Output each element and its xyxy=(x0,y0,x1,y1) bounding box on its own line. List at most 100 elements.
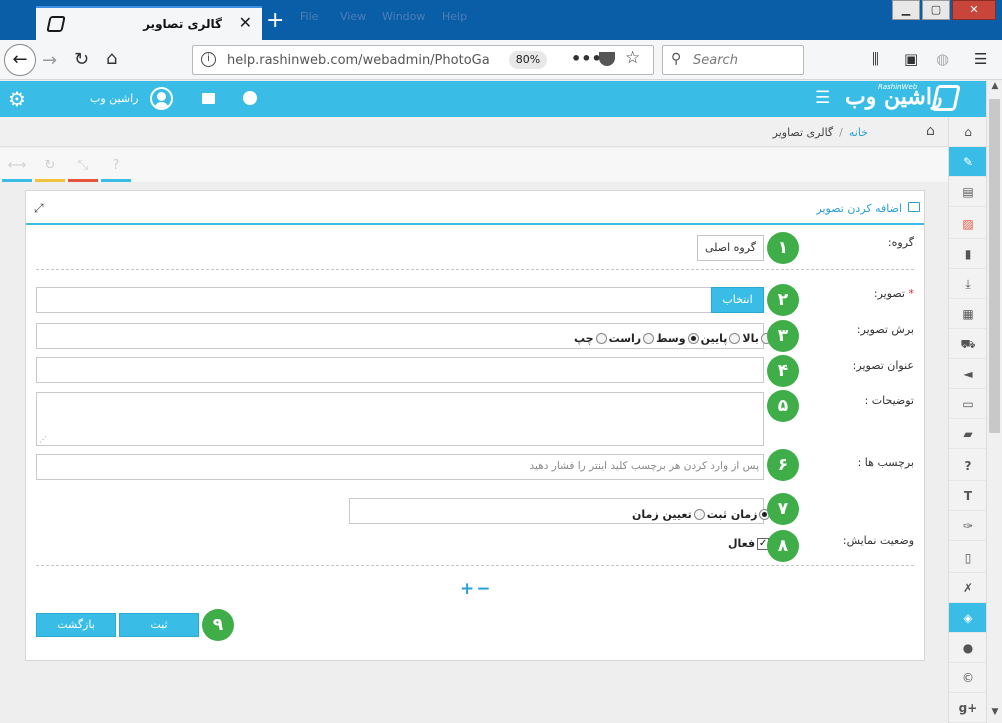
sidebar: ⌂ ✎ ▤ ▨ ▮ ⤓ ▦ ⛟ ◄ ▭ ▰ ? T ✑ ▯ ✗ ◈ ● © g+ xyxy=(948,117,987,723)
home-browser-icon[interactable]: ⌂ xyxy=(106,48,117,69)
image-label: * تصویر: xyxy=(804,287,914,300)
close-window-icon[interactable]: ✕ xyxy=(952,0,996,20)
home-icon[interactable]: ⌂ xyxy=(926,123,935,139)
sidebar-item-file[interactable]: ▮ xyxy=(949,239,987,269)
sidebar-item-download[interactable]: ⤓ xyxy=(949,269,987,299)
globe-icon[interactable] xyxy=(243,91,257,105)
resize-handle-icon[interactable]: ⋰ xyxy=(39,435,47,444)
breadcrumb-home[interactable]: خانه xyxy=(849,126,868,139)
hamburger-icon[interactable]: ☰ xyxy=(815,88,830,108)
crop-option-left-label: چپ xyxy=(574,332,594,345)
logo-subtitle: RashinWeb xyxy=(878,83,918,91)
sidebar-item-sound[interactable]: ◄ xyxy=(949,359,987,389)
crop-option-left[interactable]: چپ xyxy=(574,332,607,345)
crop-option-bottom[interactable]: پایین xyxy=(701,332,741,345)
collapse-icon[interactable]: ⟷ xyxy=(2,158,32,182)
expand-icon[interactable]: ⤢ xyxy=(34,201,44,216)
sidebar-item-card[interactable]: ▤ xyxy=(949,177,987,207)
crop-option-right[interactable]: راست xyxy=(609,332,655,345)
sidebar-item-home[interactable]: ⌂ xyxy=(949,117,987,147)
menu-window[interactable]: Window xyxy=(382,10,425,23)
library-icon[interactable]: ⫼ xyxy=(872,50,879,68)
radio-left[interactable] xyxy=(595,333,607,344)
reload-icon[interactable]: ↻ xyxy=(74,49,89,70)
minimize-icon[interactable]: ▁ xyxy=(892,0,920,20)
sidebar-item-text[interactable]: T xyxy=(949,481,987,511)
page-scrollbar[interactable]: ▲ ▼ xyxy=(986,81,1002,723)
inbox-icon[interactable] xyxy=(202,93,215,104)
sidebar-item-document[interactable]: ▯ xyxy=(949,543,987,573)
refresh-icon[interactable]: ↻ xyxy=(35,158,65,182)
username[interactable]: راشین وب xyxy=(90,92,138,105)
menu-file[interactable]: File xyxy=(300,10,318,23)
divider-bottom xyxy=(36,565,914,566)
time-options: زمان ثبت تعیین زمان xyxy=(630,508,771,521)
maximize-icon[interactable]: ▢ xyxy=(922,0,950,20)
radio-bottom[interactable] xyxy=(729,333,741,344)
sidebar-item-image[interactable]: ▨ xyxy=(949,209,987,239)
url-bar[interactable]: i help.rashinweb.com/webadmin/PhotoGa 80… xyxy=(192,45,654,75)
browser-menu-icon[interactable]: ☰ xyxy=(974,50,987,68)
crop-options: بالا پایین وسط راست چپ xyxy=(572,332,772,345)
sidebar-item-copyright[interactable]: © xyxy=(949,663,987,693)
sidebar-item-question[interactable]: ? xyxy=(949,451,987,481)
tags-placeholder: پس از وارد کردن هر برچسب کلید اینتر را ف… xyxy=(529,460,759,472)
crop-option-center[interactable]: وسط xyxy=(656,332,699,345)
forward-icon[interactable]: → xyxy=(42,50,57,71)
more-icon[interactable]: ••• xyxy=(571,49,602,68)
image-path-input[interactable] xyxy=(36,287,712,313)
fullscreen-icon[interactable]: ⤡ xyxy=(68,158,98,182)
scroll-thumb[interactable] xyxy=(989,99,1000,433)
sidebar-toggle-icon[interactable]: ▣ xyxy=(904,50,918,68)
sidebar-item-cart[interactable]: ⛟ xyxy=(949,329,987,359)
sidebar-item-monitor[interactable]: ▭ xyxy=(949,389,987,419)
sidebar-item-pin[interactable]: ✑ xyxy=(949,511,987,541)
sidebar-item-book[interactable]: ▰ xyxy=(949,419,987,449)
scroll-up-icon[interactable]: ▲ xyxy=(987,81,1002,97)
back-button[interactable]: بازگشت xyxy=(36,613,116,637)
sidebar-item-gallery[interactable]: ◈ xyxy=(949,603,987,633)
time-option-submit[interactable]: زمان ثبت xyxy=(707,508,771,521)
url-text[interactable]: help.rashinweb.com/webadmin/PhotoGa xyxy=(227,53,490,68)
browser-tab[interactable]: گالری تصاویر ✕ xyxy=(36,6,262,40)
back-icon[interactable]: ← xyxy=(4,44,36,76)
scroll-down-icon[interactable]: ▼ xyxy=(987,707,1002,723)
group-select[interactable]: گروه اصلی xyxy=(697,235,764,261)
display-status-label: وضعیت نمایش: xyxy=(842,534,914,547)
zoom-level[interactable]: 80% xyxy=(509,51,547,69)
gear-icon[interactable]: ⚙ xyxy=(8,87,26,111)
image-title-input[interactable] xyxy=(36,357,764,383)
menu-help[interactable]: Help xyxy=(442,10,467,23)
radio-center[interactable] xyxy=(687,333,699,344)
sidebar-item-user[interactable]: ● xyxy=(949,633,987,663)
radio-right[interactable] xyxy=(643,333,655,344)
menu-view[interactable]: View xyxy=(340,10,366,23)
sidebar-item-google-plus[interactable]: g+ xyxy=(949,693,987,723)
panel-header: ⤢ اضافه کردن تصویر xyxy=(26,191,924,225)
description-textarea[interactable]: ⋰ xyxy=(36,392,764,446)
active-option[interactable]: ✓ فعال xyxy=(728,537,770,550)
search-input[interactable]: ⚲ Search xyxy=(662,45,804,75)
sidebar-item-film[interactable]: ▦ xyxy=(949,299,987,329)
tags-input[interactable]: پس از وارد کردن هر برچسب کلید اینتر را ف… xyxy=(36,454,764,480)
breadcrumb-current: گالری تصاویر xyxy=(772,126,834,139)
avatar[interactable] xyxy=(150,87,173,110)
sidebar-item-excel[interactable]: ✗ xyxy=(949,573,987,603)
crop-label: برش تصویر: xyxy=(856,323,914,336)
add-remove-control[interactable]: +− xyxy=(460,579,493,599)
search-icon: ⚲ xyxy=(671,51,682,67)
tab-title: گالری تصاویر xyxy=(143,17,222,31)
tab-close-icon[interactable]: ✕ xyxy=(239,13,252,32)
step-badge-6: ۶ xyxy=(767,449,799,481)
time-option-schedule[interactable]: تعیین زمان xyxy=(632,508,705,521)
choose-image-button[interactable]: انتخاب xyxy=(711,287,764,313)
radio-schedule-time[interactable] xyxy=(693,509,705,520)
bookmark-star-icon[interactable]: ☆ xyxy=(625,48,640,68)
pocket-icon[interactable] xyxy=(599,52,615,66)
site-info-icon[interactable]: i xyxy=(201,52,216,67)
help-icon[interactable]: ? xyxy=(101,158,131,182)
submit-button[interactable]: ثبت xyxy=(119,613,199,637)
sidebar-item-edit[interactable]: ✎ xyxy=(949,147,987,177)
globe-addon-icon[interactable]: ◍ xyxy=(936,50,949,68)
new-tab-icon[interactable]: + xyxy=(266,8,284,33)
